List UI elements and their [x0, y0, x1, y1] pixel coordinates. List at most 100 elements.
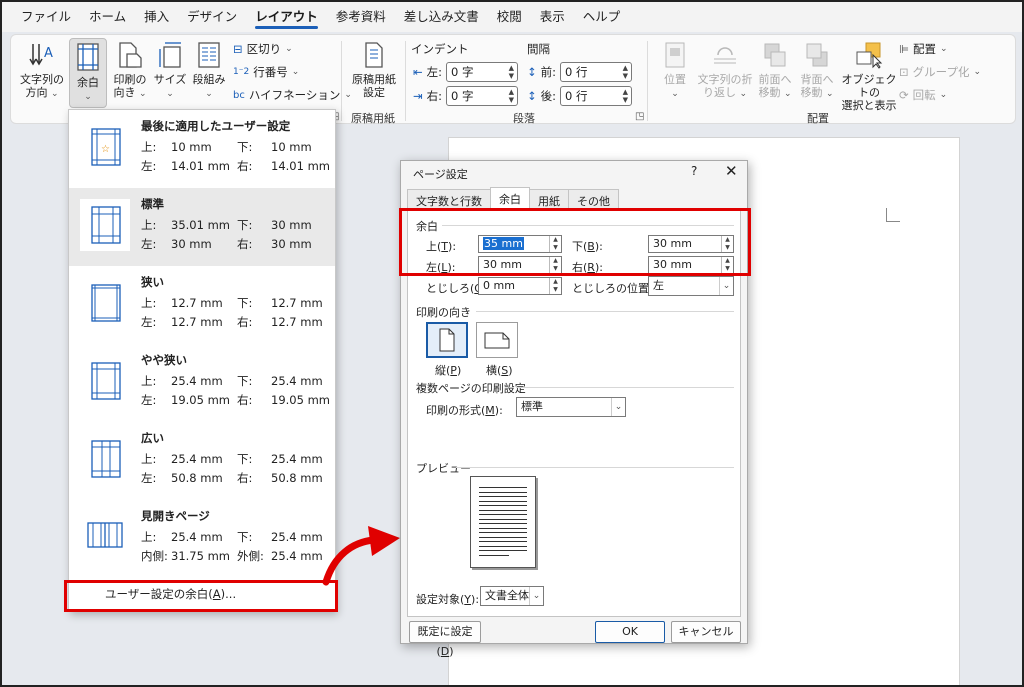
orientation-button[interactable]: 印刷の 向き ⌄: [111, 41, 149, 101]
print-type-select[interactable]: 標準 ⌄: [516, 397, 626, 417]
left-label: 左:: [141, 237, 157, 251]
preview-text-line: [479, 487, 527, 488]
menu-tab-0[interactable]: ファイル: [12, 2, 80, 32]
indent-right-input[interactable]: 0 字 ▲ ▼: [446, 86, 519, 106]
spin-arrows-icon[interactable]: ▲ ▼: [509, 64, 517, 80]
margin-preset-5[interactable]: 見開きページ 上: 25.4 mm 下: 25.4 mm 内側: 31.75 mm 外側: 25…: [69, 500, 335, 578]
preview-text-line: [479, 545, 527, 547]
left-label: 左:: [141, 471, 157, 485]
chevron-down-icon: ⌄: [50, 89, 59, 99]
preset-name: やや狭い: [141, 353, 187, 367]
margin-preset-3[interactable]: やや狭い 上: 25.4 mm 下: 25.4 mm 左: 19.05 mm 右: 19.05 …: [69, 344, 335, 422]
dialog-tab-3[interactable]: その他: [568, 189, 619, 209]
portrait-option[interactable]: [426, 322, 468, 358]
highlight-custom-margins: [64, 580, 338, 612]
menu-tab-8[interactable]: 表示: [531, 2, 574, 32]
chevron-down-icon: ⌄: [825, 89, 834, 99]
apply-to-select[interactable]: 文書全体 ⌄: [480, 586, 544, 606]
margin-preset-1[interactable]: 標準 上: 35.01 mm 下: 30 mm 左: 30 mm 右: 30 mm: [69, 188, 335, 266]
paragraph-launcher-icon[interactable]: ◳: [635, 111, 644, 122]
right-label: 右:: [237, 237, 253, 251]
top-value: 10 mm: [171, 140, 212, 154]
gutter-input[interactable]: 0 mm ▲ ▼: [478, 277, 562, 295]
menu-tab-5[interactable]: 参考資料: [327, 2, 395, 32]
indent-left-input[interactable]: 0 字 ▲ ▼: [446, 62, 519, 82]
dialog-tab-1[interactable]: 余白: [490, 187, 530, 209]
bring-forward-button[interactable]: 前面へ 移動 ⌄: [755, 41, 795, 101]
margin-preset-4[interactable]: 広い 上: 25.4 mm 下: 25.4 mm 左: 50.8 mm 右: 50.8 mm: [69, 422, 335, 500]
preview-text-line: [479, 518, 527, 520]
wrap-text-button[interactable]: 文字列の折 り返し ⌄: [697, 41, 753, 101]
group-button[interactable]: ⊡ グループ化 ⌄: [899, 64, 981, 80]
margins-button[interactable]: 余白 ⌄: [69, 38, 107, 108]
preview-text-line: [479, 491, 527, 493]
group-label: グループ化: [912, 65, 970, 79]
left-value: 31.75 mm: [171, 549, 230, 563]
landscape-option[interactable]: [476, 322, 518, 358]
red-arrow-icon: [322, 526, 400, 586]
menu-tab-7[interactable]: 校閲: [488, 2, 531, 32]
svg-text:A: A: [44, 46, 53, 61]
right-label: 右:: [237, 471, 253, 485]
menu-tab-1[interactable]: ホーム: [80, 2, 135, 32]
spin-arrows-icon[interactable]: ▲ ▼: [509, 88, 517, 104]
spacing-before-input[interactable]: 0 行 ▲ ▼: [560, 62, 633, 82]
chevron-down-icon: ⌄: [973, 67, 981, 77]
text-direction-button[interactable]: A 文字列の 方向 ⌄: [19, 41, 65, 101]
spin-arrows-icon[interactable]: ▲ ▼: [623, 88, 631, 104]
help-icon[interactable]: ?: [691, 164, 697, 178]
margin-preview-icon: [91, 284, 121, 322]
gutter-position-select[interactable]: 左 ⌄: [648, 276, 734, 296]
send-backward-button[interactable]: 背面へ 移動 ⌄: [797, 41, 837, 101]
spin-arrows-icon[interactable]: ▲ ▼: [623, 64, 631, 80]
menu-tab-6[interactable]: 差し込み文書: [395, 2, 488, 32]
close-icon[interactable]: ✕: [725, 162, 738, 180]
ribbon-separator: [647, 41, 648, 121]
spacing-after-input[interactable]: 0 行 ▲ ▼: [560, 86, 633, 106]
align-button[interactable]: ⊫ 配置 ⌄: [899, 41, 948, 57]
hyphenation-button[interactable]: bc ハイフネーション ⌄: [233, 87, 352, 103]
bottom-label: 下:: [237, 374, 253, 388]
ok-button[interactable]: OK: [595, 621, 665, 643]
set-default-button[interactable]: 既定に設定(D): [409, 621, 481, 658]
rotate-button[interactable]: ⟳ 回転 ⌄: [899, 87, 947, 103]
chevron-down-icon: ⌄: [205, 89, 213, 99]
right-value: 19.05 mm: [271, 393, 330, 407]
margin-preset-2[interactable]: 狭い 上: 12.7 mm 下: 12.7 mm 左: 12.7 mm 右: 12.7 mm: [69, 266, 335, 344]
genkou-settings-button[interactable]: 原稿用紙 設定: [347, 41, 401, 99]
menu-tab-4[interactable]: レイアウト: [246, 2, 327, 32]
margin-preset-0[interactable]: ☆ 最後に適用したユーザー設定 上: 10 mm 下: 10 mm 左: 14.01 mm 右:…: [69, 110, 335, 188]
indent-left-icon: ⇤: [413, 65, 423, 79]
apply-to-value: 文書全体: [485, 589, 529, 602]
menu-tab-9[interactable]: ヘルプ: [574, 2, 630, 32]
spin-arrows-icon[interactable]: ▲ ▼: [549, 278, 561, 294]
indent-header: インデント: [411, 42, 469, 56]
margins-icon: [77, 43, 99, 71]
position-button[interactable]: 位置 ⌄: [655, 41, 695, 101]
selection-pane-label-1: オブジェクトの: [841, 73, 897, 99]
breaks-button[interactable]: ⊟ 区切り ⌄: [233, 41, 293, 57]
selection-pane-button[interactable]: オブジェクトの 選択と表示: [839, 41, 899, 112]
preview-text-line: [479, 505, 527, 506]
top-label: 上:: [141, 140, 157, 154]
menu-tab-3[interactable]: デザイン: [178, 2, 246, 32]
right-value: 30 mm: [271, 237, 312, 251]
bottom-value: 25.4 mm: [271, 530, 323, 544]
right-label: 右:: [237, 159, 253, 173]
dialog-title: ページ設定: [413, 168, 468, 181]
dialog-tab-2[interactable]: 用紙: [529, 189, 569, 209]
spacing-before-icon: ↕: [527, 65, 537, 79]
wrap-text-label-1: 文字列の折: [697, 73, 753, 86]
ribbon-separator: [341, 41, 342, 121]
menu-tab-2[interactable]: 挿入: [135, 2, 178, 32]
cancel-button[interactable]: キャンセル: [671, 621, 741, 643]
text-direction-label-1: 文字列の: [20, 73, 64, 86]
line-numbers-button[interactable]: 1⁻2 行番号 ⌄: [233, 64, 299, 80]
dialog-tab-0[interactable]: 文字数と行数: [407, 189, 491, 209]
gutter-value: 0 mm: [483, 279, 515, 292]
rotate-label: 回転: [912, 88, 936, 102]
columns-button[interactable]: 段組み ⌄: [189, 41, 229, 101]
size-button[interactable]: サイズ ⌄: [151, 41, 189, 101]
spacing-before-label: 前:: [540, 65, 557, 79]
columns-icon: [198, 42, 220, 68]
